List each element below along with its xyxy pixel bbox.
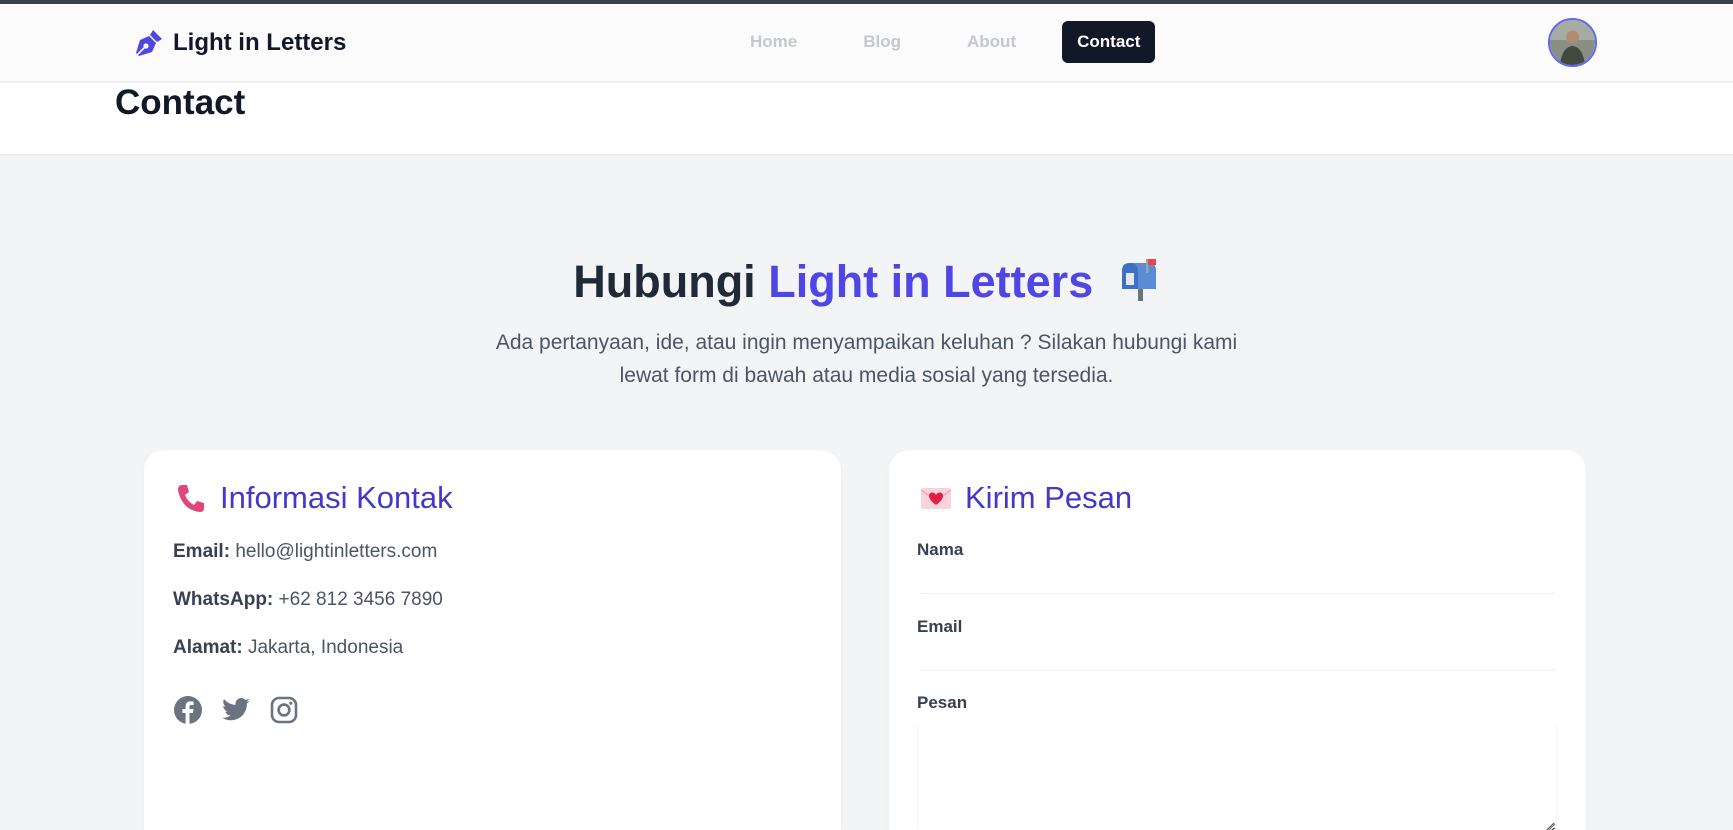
- contact-info-heading: Informasi Kontak: [174, 480, 453, 516]
- facebook-icon[interactable]: [173, 695, 203, 725]
- brand-logo[interactable]: Light in Letters: [133, 27, 346, 59]
- email-input[interactable]: [917, 641, 1557, 671]
- message-form-heading: Kirim Pesan: [919, 480, 1132, 516]
- message-form-card: Kirim Pesan Nama Email Pesan: [889, 450, 1586, 830]
- contact-email: Email: hello@lightinletters.com: [173, 541, 437, 563]
- instagram-icon[interactable]: [269, 695, 299, 725]
- twitter-icon[interactable]: [221, 695, 251, 725]
- navbar: Light in Letters Home Blog About Contact: [0, 4, 1733, 82]
- contact-info-title: Informasi Kontak: [220, 480, 453, 515]
- nav-home[interactable]: Home: [730, 21, 817, 63]
- email-label: Email:: [173, 541, 231, 562]
- contact-whatsapp: WhatsApp: +62 812 3456 7890: [173, 589, 443, 611]
- pen-nib-icon: [133, 27, 165, 59]
- social-links: [173, 695, 299, 725]
- hero-subtitle: Ada pertanyaan, ide, atau ingin menyampa…: [495, 331, 1238, 387]
- message-form-title: Kirim Pesan: [965, 480, 1133, 515]
- address-label: Alamat:: [173, 637, 243, 658]
- whatsapp-value[interactable]: +62 812 3456 7890: [279, 589, 443, 610]
- hero-title: Hubungi Light in Letters: [0, 256, 1733, 308]
- contact-info-card: Informasi Kontak Email: hello@lightinlet…: [144, 450, 841, 830]
- message-label: Pesan: [917, 693, 968, 712]
- nav-blog[interactable]: Blog: [843, 21, 921, 63]
- nav-about[interactable]: About: [947, 21, 1036, 63]
- email-field-label: Email: [917, 617, 963, 636]
- nav-contact[interactable]: Contact: [1062, 21, 1156, 63]
- address-value: Jakarta, Indonesia: [247, 637, 404, 658]
- phone-icon: [174, 481, 208, 515]
- message-textarea[interactable]: [917, 722, 1557, 830]
- main-nav: Home Blog About Contact: [730, 21, 1156, 63]
- contact-address: Alamat: Jakarta, Indonesia: [173, 637, 403, 659]
- page-header: Contact: [0, 83, 1733, 154]
- love-letter-icon: [919, 481, 953, 515]
- mailbox-icon: [1118, 257, 1160, 303]
- name-input[interactable]: [917, 564, 1557, 594]
- user-avatar[interactable]: [1548, 18, 1597, 67]
- hero-title-accent: Light in Letters: [768, 256, 1094, 307]
- brand-name: Light in Letters: [173, 29, 347, 56]
- email-value[interactable]: hello@lightinletters.com: [235, 541, 437, 562]
- page-title: Contact: [115, 83, 246, 122]
- whatsapp-label: WhatsApp:: [173, 589, 274, 610]
- name-label: Nama: [917, 540, 964, 559]
- hero-title-prefix: Hubungi: [573, 256, 756, 307]
- resize-grip-icon[interactable]: [1541, 820, 1555, 830]
